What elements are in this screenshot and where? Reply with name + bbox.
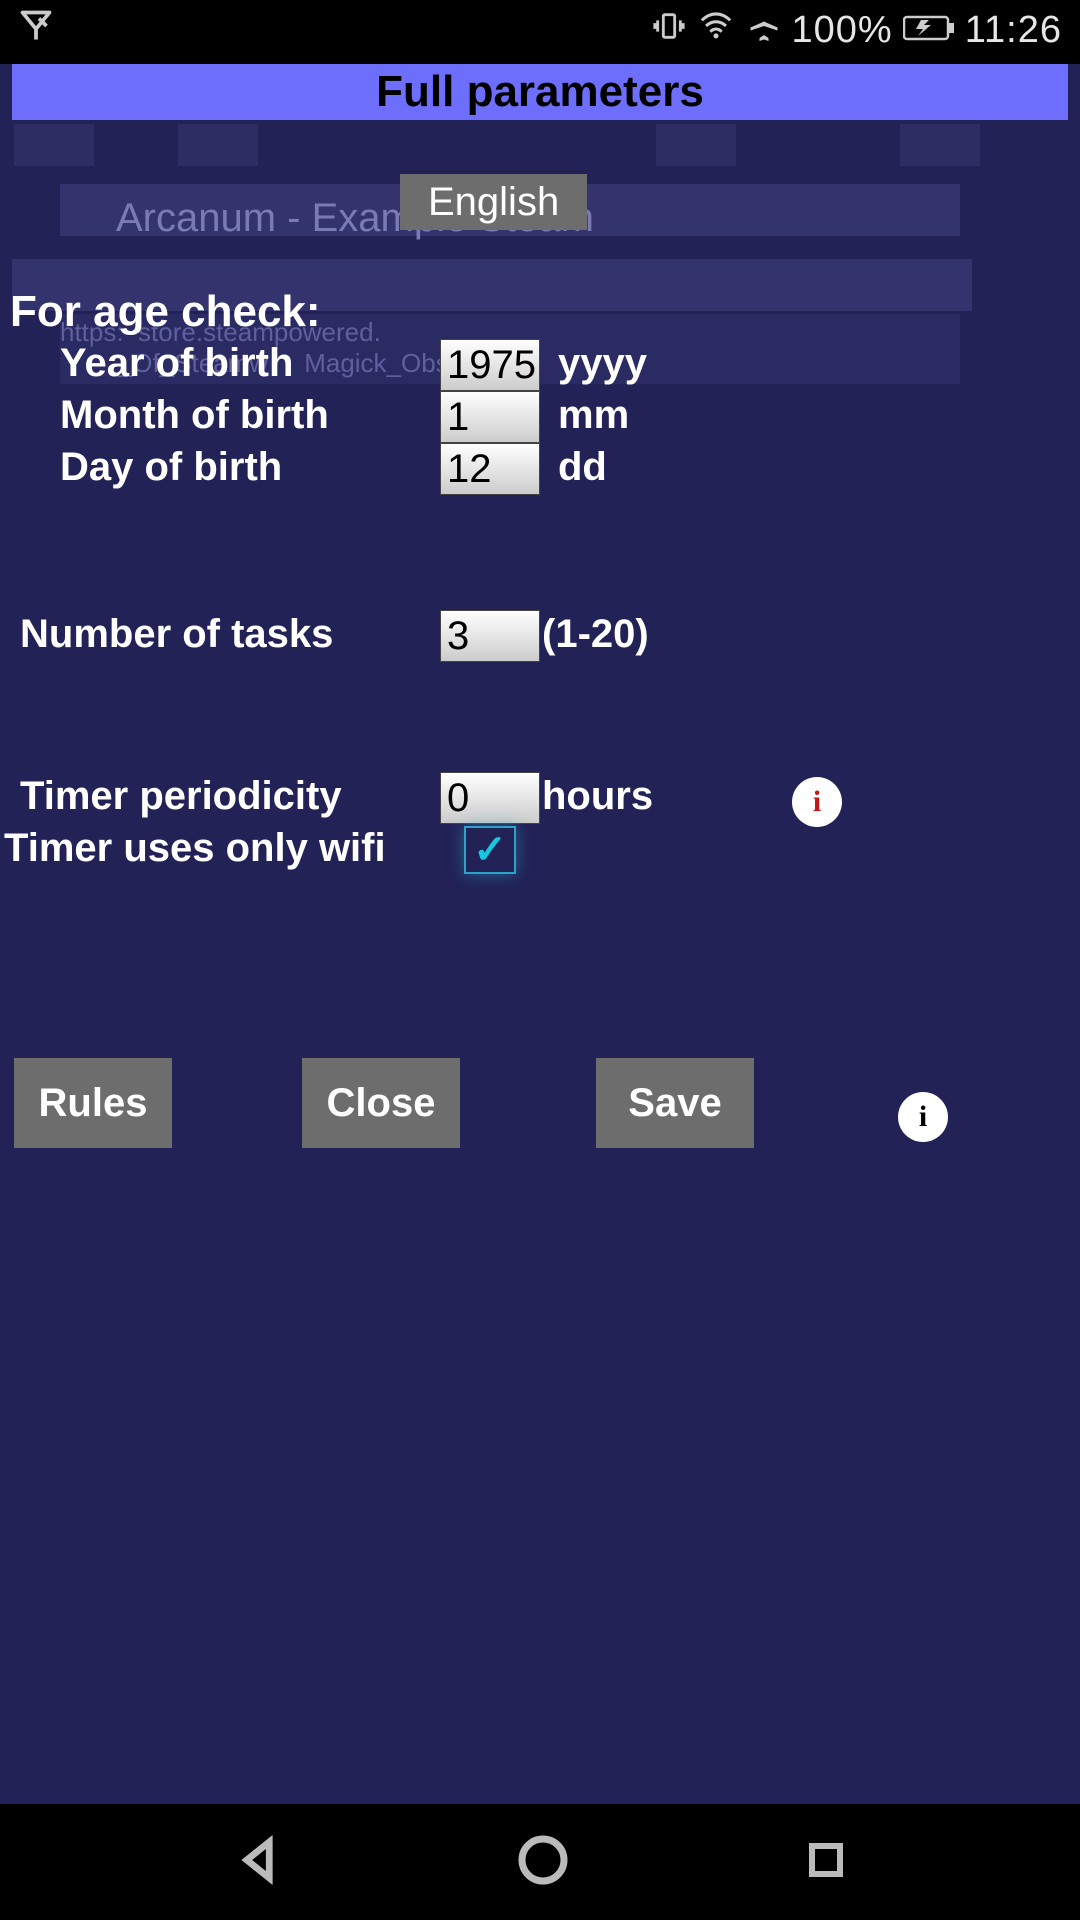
close-button[interactable]: Close [302,1058,460,1148]
battery-percent: 100% [792,9,893,52]
clock: 11:26 [965,9,1062,52]
recents-button[interactable] [802,1836,850,1889]
wifi-label: Timer uses only wifi [0,826,386,871]
timer-period-label: Timer periodicity [0,774,342,819]
timer-period-input[interactable]: 0 [440,772,540,824]
year-label: Year of birth [60,341,293,386]
language-selected: English [428,180,559,225]
language-select[interactable]: English [400,174,587,230]
battery-icon [903,9,955,51]
page-info-icon[interactable]: i [898,1092,948,1142]
day-label: Day of birth [60,445,282,490]
status-bar: 100% 11:26 [0,0,1080,60]
wifi-checkbox[interactable]: ✓ [464,826,516,874]
tasks-hint: (1-20) [542,612,649,657]
airplane-icon [746,8,782,53]
vibrate-icon [652,7,686,54]
month-hint: mm [558,393,629,438]
save-button[interactable]: Save [596,1058,754,1148]
bg-tab [14,124,94,166]
home-button[interactable] [515,1832,571,1893]
month-label: Month of birth [60,393,329,438]
app-icon [18,8,54,53]
year-hint: yyyy [558,341,647,386]
year-input[interactable]: 1975 [440,339,540,391]
tasks-label: Number of tasks [0,612,333,657]
check-icon: ✓ [473,827,507,873]
day-hint: dd [558,445,607,490]
rules-button[interactable]: Rules [14,1058,172,1148]
wifi-icon [696,9,736,52]
tasks-input[interactable]: 3 [440,610,540,662]
page-title: Full parameters [376,67,704,117]
bg-tab [178,124,258,166]
bg-tab [900,124,980,166]
app-body: Arcanum - Example Steam https: store.ste… [0,64,1080,1804]
back-button[interactable] [231,1833,285,1892]
title-bar: Full parameters [12,64,1068,120]
age-check-heading: For age check: [10,287,321,337]
timer-info-icon[interactable]: i [792,777,842,827]
day-input[interactable]: 12 [440,443,540,495]
month-input[interactable]: 1 [440,391,540,443]
bg-tab [656,124,736,166]
navigation-bar [0,1804,1080,1920]
timer-period-hint: hours [542,774,653,819]
